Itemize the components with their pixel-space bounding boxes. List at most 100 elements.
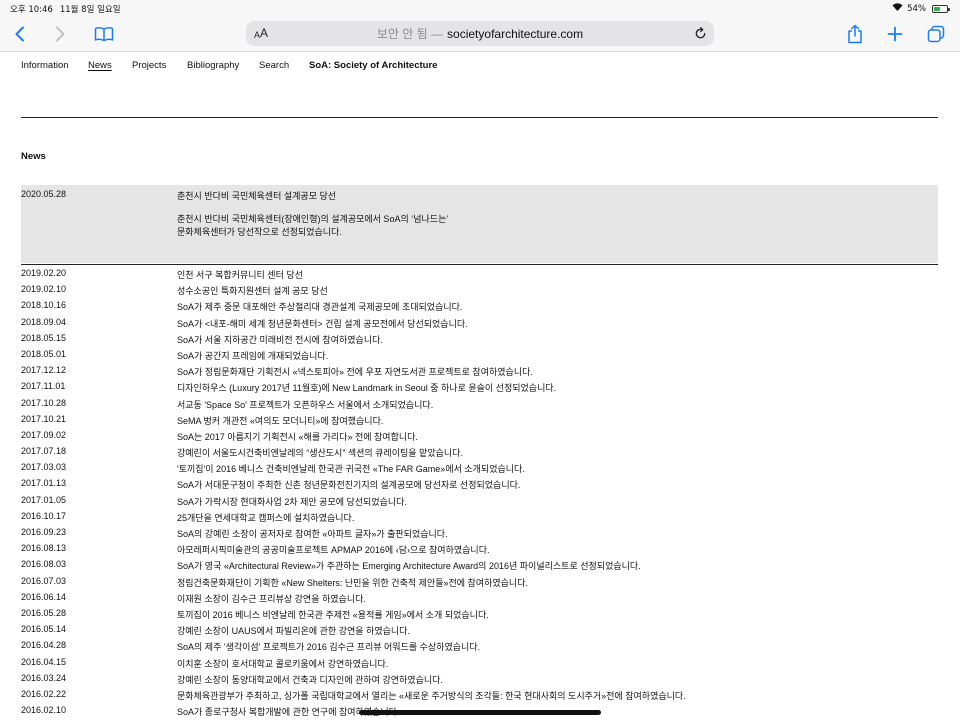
status-time: 오후 10:46: [10, 5, 53, 15]
news-item[interactable]: 2016.05.14 강예린 소장이 UAUS에서 파빌리온에 관한 강연을 하였…: [21, 622, 938, 638]
news-title[interactable]: '토끼집'이 2016 베니스 건축비엔날레 한국관 귀국전 «The FAR …: [177, 462, 525, 475]
news-item[interactable]: 2017.09.02 SoA는 2017 아름지기 기획전시 «해를 가리다» 전…: [21, 428, 938, 444]
news-title[interactable]: SoA가 공간지 프레임에 개재되었습니다.: [177, 349, 328, 362]
news-item[interactable]: 2016.05.28 토끼집이 2016 베니스 비엔날레 한국관 주제전 «용적…: [21, 606, 938, 622]
news-date: 2016.06.14: [21, 591, 67, 602]
news-date: 2016.04.28: [21, 640, 67, 651]
news-item[interactable]: 2018.10.16 SoA가 제주 중문 대포해안 주상절리대 경관설계 국제공…: [21, 298, 938, 314]
featured-description-line: 춘천시 반다비 국민체육센터(장애인형)의 설계공모에서 SoA의 ‘넘나드는’: [177, 214, 449, 224]
news-item[interactable]: 2019.02.10 성수소공인 특화지원센터 설계 공모 당선: [21, 282, 938, 298]
url-domain: societyofarchitecture.com: [447, 26, 584, 41]
news-date: 2018.05.15: [21, 332, 67, 343]
news-item[interactable]: 2017.01.13 SoA가 서대문구청이 주최한 신촌 청년문화전진기지의 설…: [21, 476, 938, 492]
news-date: 2016.02.22: [21, 688, 67, 699]
news-item[interactable]: 2016.08.03 SoA가 영국 «Architectural Review»…: [21, 557, 938, 573]
share-icon[interactable]: [843, 16, 867, 52]
featured-date: 2020.05.28: [21, 189, 67, 199]
news-item[interactable]: 2018.05.01 SoA가 공간지 프레임에 개재되었습니다.: [21, 347, 938, 363]
news-title[interactable]: SoA가 <내포-해미 세계 청년문화센터> 건립 설계 공모전에서 당선되었습…: [177, 317, 468, 330]
news-title[interactable]: 인천 서구 복합커뮤니티 센터 당선: [177, 268, 303, 281]
news-date: 2017.11.01: [21, 381, 66, 392]
tabs-icon[interactable]: [925, 16, 947, 52]
featured-news[interactable]: 2020.05.28 춘천시 반다비 국민체육센터 설계공모 당선 춘천시 반다…: [21, 185, 938, 263]
news-date: 2017.10.21: [21, 413, 67, 424]
news-title[interactable]: 디자인하우스 (Luxury 2017년 11월호)에 New Landmark…: [177, 381, 556, 394]
news-date: 2016.08.13: [21, 543, 67, 554]
news-item[interactable]: 2016.06.14 이재원 소장이 김수근 프리뷰상 강연을 하였습니다.: [21, 590, 938, 606]
news-date: 2019.02.20: [21, 268, 67, 278]
news-title[interactable]: 이치훈 소장이 호서대학교 콜로키움에서 강연하였습니다.: [177, 657, 388, 670]
nav-information[interactable]: Information: [21, 60, 69, 71]
news-item[interactable]: 2016.03.24 강예린 소장이 동양대학교에서 건축과 디자인에 관하여 강…: [21, 671, 938, 687]
new-tab-icon[interactable]: [884, 16, 906, 52]
news-item[interactable]: 2019.02.20 인천 서구 복합커뮤니티 센터 당선: [21, 266, 938, 282]
news-title[interactable]: 강예린 소장이 UAUS에서 파빌리온에 관한 강연을 하였습니다.: [177, 624, 410, 637]
nav-search[interactable]: Search: [259, 60, 289, 71]
address-bar[interactable]: AA 보안 안 됨 — societyofarchitecture.com: [246, 21, 714, 46]
news-title[interactable]: SeMA 벙커 개관전 «여의도 모더니티»에 참여했습니다.: [177, 414, 383, 427]
news-date: 2017.03.03: [21, 462, 67, 473]
nav-news[interactable]: News: [88, 60, 112, 71]
news-title[interactable]: 토끼집이 2016 베니스 비엔날레 한국관 주제전 «용적률 게임»에서 소개…: [177, 608, 489, 621]
news-title[interactable]: 문화체육관광부가 주최하고, 싱가폴 국립대학교에서 열리는 «새로운 주거방식…: [177, 689, 686, 702]
news-list: 2019.02.20 인천 서구 복합커뮤니티 센터 당선 2019.02.10 성수…: [21, 266, 938, 719]
news-title[interactable]: SoA가 가락시장 현대화사업 2차 제안 공모에 당선되었습니다.: [177, 495, 407, 508]
wifi-icon: [892, 3, 903, 14]
news-item[interactable]: 2017.10.28 서교동 'Space So' 프로젝트가 오픈하우스 서울에…: [21, 396, 938, 412]
news-date: 2016.10.17: [21, 510, 67, 521]
news-item[interactable]: 2016.04.28 SoA의 제주 '생각이섬' 프로젝트가 2016 김수근 …: [21, 638, 938, 654]
news-item[interactable]: 2017.12.12 SoA가 정림문화재단 기획전시 «넥스토피아» 전에 우포…: [21, 363, 938, 379]
news-title[interactable]: 정림건축문화재단이 기획한 «New Shelters: 난민을 위한 건축적 …: [177, 576, 528, 589]
news-item[interactable]: 2018.05.15 SoA가 서울 지하공간 미래비전 전시에 참여하였습니다.: [21, 331, 938, 347]
not-secure-label: 보안 안 됨 —: [376, 27, 444, 41]
featured-description-line: 문화체육센터가 당선작으로 선정되었습니다.: [177, 227, 342, 237]
home-indicator: [359, 710, 601, 715]
news-date: 2017.12.12: [21, 365, 67, 376]
battery-icon: [932, 4, 950, 13]
news-item[interactable]: 2016.10.17 25개단을 연세대학교 캠퍼스에 설치하였습니다.: [21, 509, 938, 525]
news-date: 2016.03.24: [21, 672, 67, 683]
news-item[interactable]: 2017.03.03 '토끼집'이 2016 베니스 건축비엔날레 한국관 귀국전…: [21, 460, 938, 476]
back-icon[interactable]: [10, 16, 30, 52]
news-title[interactable]: SoA가 정림문화재단 기획전시 «넥스토피아» 전에 우포 자연도서관 프로젝…: [177, 365, 533, 378]
news-title[interactable]: SoA는 2017 아름지기 기획전시 «해를 가리다» 전에 참여합니다.: [177, 430, 418, 443]
bookmarks-icon[interactable]: [92, 16, 116, 52]
news-item[interactable]: 2016.08.13 아모레퍼시픽미술관의 공공미술프로젝트 APMAP 2016…: [21, 541, 938, 557]
news-item[interactable]: 2017.10.21 SeMA 벙커 개관전 «여의도 모더니티»에 참여했습니다…: [21, 412, 938, 428]
news-title[interactable]: 아모레퍼시픽미술관의 공공미술프로젝트 APMAP 2016에 ‹담›으로 참여…: [177, 543, 490, 556]
nav-bibliography[interactable]: Bibliography: [187, 60, 239, 71]
news-title[interactable]: SoA가 서대문구청이 주최한 신촌 청년문화전진기지의 설계공모에 당선자로 …: [177, 478, 520, 491]
news-item[interactable]: 2016.04.15 이치훈 소장이 호서대학교 콜로키움에서 강연하였습니다.: [21, 655, 938, 671]
news-title[interactable]: SoA가 영국 «Architectural Review»가 주관하는 Eme…: [177, 559, 641, 572]
news-item[interactable]: 2016.09.23 SoA의 강예린 소장이 공저자로 참여한 «아파트 글자»…: [21, 525, 938, 541]
news-date: 2018.10.16: [21, 300, 67, 311]
site-brand-link[interactable]: SoA: Society of Architecture: [309, 60, 437, 71]
news-title[interactable]: SoA가 제주 중문 대포해안 주상절리대 경관설계 국제공모에 초대되었습니다…: [177, 300, 462, 313]
news-item[interactable]: 2018.09.04 SoA가 <내포-해미 세계 청년문화센터> 건립 설계 공…: [21, 315, 938, 331]
news-title[interactable]: SoA가 서울 지하공간 미래비전 전시에 참여하였습니다.: [177, 333, 383, 346]
news-date: 2017.01.05: [21, 494, 67, 505]
news-item[interactable]: 2017.01.05 SoA가 가락시장 현대화사업 2차 제안 공모에 당선되었…: [21, 493, 938, 509]
news-title[interactable]: 강예린 소장이 동양대학교에서 건축과 디자인에 관하여 강연하였습니다.: [177, 673, 443, 686]
news-item[interactable]: 2016.02.22 문화체육관광부가 주최하고, 싱가폴 국립대학교에서 열리는…: [21, 687, 938, 703]
news-item[interactable]: 2017.07.18 강예린이 서울도시건축비엔날레의 “생산도시” 섹션의 큐레…: [21, 444, 938, 460]
browser-toolbar: AA 보안 안 됨 — societyofarchitecture.com: [0, 16, 960, 52]
news-item[interactable]: 2017.11.01 디자인하우스 (Luxury 2017년 11월호)에 Ne…: [21, 379, 938, 395]
news-title[interactable]: 이재원 소장이 김수근 프리뷰상 강연을 하였습니다.: [177, 592, 366, 605]
forward-icon[interactable]: [50, 16, 70, 52]
reload-icon[interactable]: [692, 25, 708, 41]
url-display[interactable]: 보안 안 됨 — societyofarchitecture.com: [246, 21, 714, 46]
news-title[interactable]: SoA의 강예린 소장이 공저자로 참여한 «아파트 글자»가 출판되었습니다.: [177, 527, 448, 540]
news-title[interactable]: SoA의 제주 '생각이섬' 프로젝트가 2016 김수근 프리뷰 어워드를 수…: [177, 640, 480, 653]
featured-description: 춘천시 반다비 국민체육센터(장애인형)의 설계공모에서 SoA의 ‘넘나드는’…: [177, 213, 477, 239]
nav-projects[interactable]: Projects: [132, 60, 166, 71]
featured-title[interactable]: 춘천시 반다비 국민체육센터 설계공모 당선: [177, 189, 336, 202]
featured-divider: [21, 264, 938, 265]
news-title[interactable]: 25개단을 연세대학교 캠퍼스에 설치하였습니다.: [177, 511, 354, 524]
news-title[interactable]: 강예린이 서울도시건축비엔날레의 “생산도시” 섹션의 큐레이팅을 맡았습니다.: [177, 446, 463, 459]
news-item[interactable]: 2016.07.03 정림건축문화재단이 기획한 «New Shelters: 난…: [21, 574, 938, 590]
news-date: 2019.02.10: [21, 284, 67, 295]
news-date: 2016.04.15: [21, 656, 67, 667]
news-title[interactable]: 성수소공인 특화지원센터 설계 공모 당선: [177, 284, 328, 297]
news-title[interactable]: 서교동 'Space So' 프로젝트가 오픈하우스 서울에서 소개되었습니다.: [177, 398, 433, 411]
